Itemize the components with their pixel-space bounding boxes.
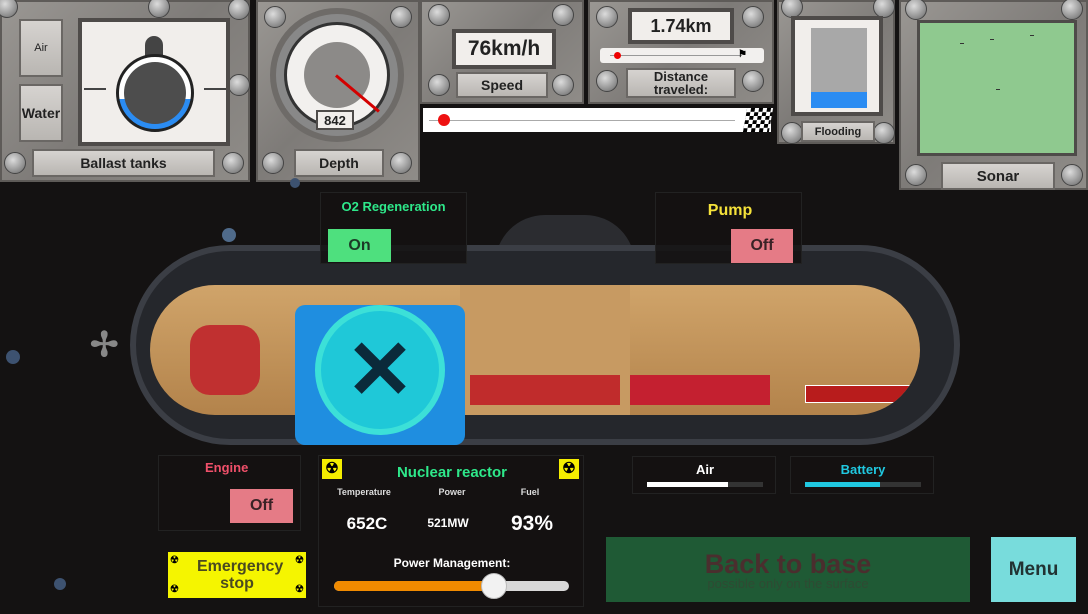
flooding-tank (811, 28, 867, 108)
radiation-icon: ☢ (170, 584, 179, 595)
power-management-label: Power Management: (393, 556, 511, 570)
o2-panel: O2 Regeneration On (320, 192, 467, 264)
temperature-label: Temperature (337, 487, 391, 497)
engine-title: Engine (205, 460, 249, 475)
distance-panel: 1.74km ⚑ Distance traveled: (588, 0, 774, 104)
temperature-value: 652C (346, 514, 388, 533)
emergency-stop-label: Emergency stop (197, 558, 284, 592)
battery-label: Battery (840, 462, 886, 477)
ballast-panel: Air Water Ballast tanks (0, 0, 250, 182)
route-progress-marker (438, 114, 451, 126)
speed-value: 76km/h (452, 29, 556, 69)
water-button[interactable]: Water (19, 84, 63, 142)
air-panel: Air (632, 456, 776, 494)
o2-toggle-button[interactable]: On (328, 229, 391, 262)
depth-gauge: 842 (270, 8, 404, 142)
engine-panel: Engine Off (158, 455, 301, 531)
sonar-screen (917, 20, 1077, 156)
distance-marker (613, 52, 621, 59)
flooding-level (811, 92, 867, 108)
reactor-title: Nuclear reactor (396, 464, 508, 481)
pump-title: Pump (707, 202, 753, 219)
back-to-base-sublabel: possible only on the surface (707, 576, 869, 591)
depth-title: Depth (294, 149, 384, 177)
radiation-icon: ☢ (170, 555, 179, 566)
distance-mini-track: ⚑ (600, 48, 764, 63)
sonar-panel: Sonar (899, 0, 1088, 190)
battery-panel: Battery (790, 456, 934, 494)
pump-panel: Pump Off (655, 192, 802, 264)
depth-panel: 842 Depth (256, 0, 420, 182)
ballast-display (78, 18, 230, 146)
power-label: Power (438, 487, 466, 497)
flooding-panel: Flooding (777, 0, 895, 144)
battery-bar (805, 482, 921, 487)
ballast-tank-gauge (116, 54, 194, 132)
flooding-title: Flooding (801, 121, 875, 142)
power-management-handle[interactable] (480, 573, 507, 599)
distance-title: Distance traveled: (626, 68, 736, 98)
radiation-icon: ☢ (295, 584, 304, 595)
flooding-display (791, 16, 883, 116)
reactor-panel: ☢ ☢ Nuclear reactor Temperature Power Fu… (318, 455, 584, 607)
air-button[interactable]: Air (19, 19, 63, 77)
submarine: ✢ ✕ (90, 215, 960, 455)
fuel-label: Fuel (520, 487, 540, 497)
air-bar (647, 482, 763, 487)
route-progress-bar (423, 108, 774, 132)
air-label: Air (695, 462, 715, 477)
propeller-icon: ✢ (90, 326, 119, 364)
back-to-base-button[interactable]: Back to base possible only on the surfac… (606, 537, 970, 602)
speed-panel: 76km/h Speed (420, 0, 584, 104)
pump-toggle-button[interactable]: Off (731, 229, 793, 263)
depth-value: 842 (316, 110, 354, 130)
ballast-title: Ballast tanks (32, 149, 215, 177)
o2-title: O2 Regeneration (341, 199, 446, 214)
speed-title: Speed (456, 72, 548, 98)
distance-value: 1.74km (628, 8, 734, 44)
sonar-title: Sonar (941, 162, 1055, 190)
finish-flag-icon: ⚑ (738, 49, 747, 60)
engine-room-repair[interactable]: ✕ (295, 305, 465, 445)
checkered-flag-icon (742, 108, 774, 132)
fuel-value: 93% (510, 512, 554, 535)
radiation-icon: ☢ (295, 555, 304, 566)
power-value: 521MW (427, 516, 469, 530)
power-management-slider[interactable] (334, 573, 569, 599)
menu-button[interactable]: Menu (991, 537, 1076, 602)
emergency-stop-button[interactable]: Emergency stop ☢ ☢ ☢ ☢ (168, 552, 306, 598)
wrench-screwdriver-icon: ✕ (345, 324, 415, 416)
engine-toggle-button[interactable]: Off (230, 489, 293, 523)
